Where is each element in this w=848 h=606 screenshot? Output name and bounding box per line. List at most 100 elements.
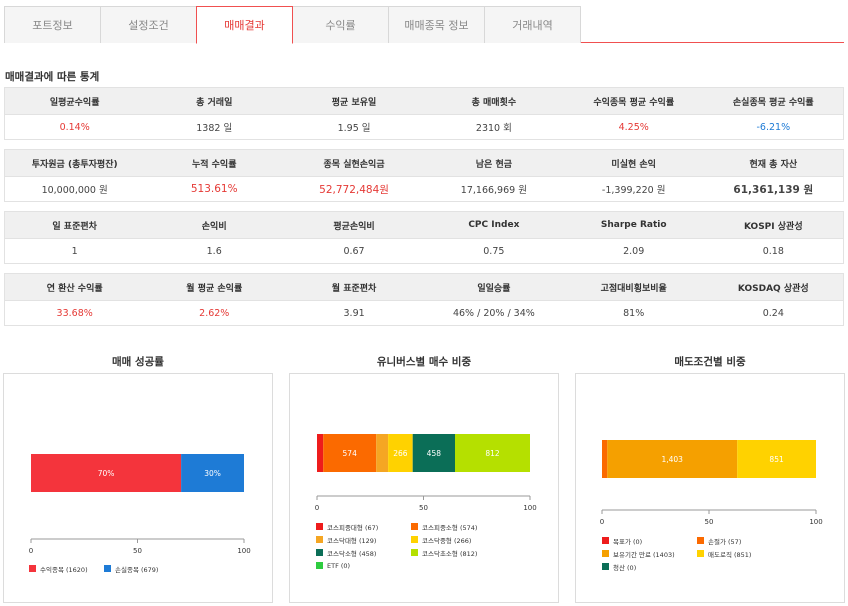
x-tick-label: 0 xyxy=(600,518,604,526)
legend-label: 청산 (0) xyxy=(613,563,637,572)
legend-row: 코스닥소형 (458) 코스닥초소형 (812) xyxy=(316,546,506,559)
legend-label: 코스닥대형 (129) xyxy=(327,536,377,545)
stat-value-pnl-ratio: 1.6 xyxy=(206,245,222,257)
stat-header: 손실종목 평균 수익률 xyxy=(703,87,844,115)
stat-value-cumulative-return: 513.61% xyxy=(190,183,238,195)
stat-header: KOSPI 상관성 xyxy=(703,211,844,239)
stat-header: 월 표준편차 xyxy=(284,273,424,301)
stat-header: 현재 총 자산 xyxy=(703,149,844,177)
stat-value-profit-avg-return: 4.25% xyxy=(618,121,649,133)
x-tick-label: 50 xyxy=(705,518,714,526)
stat-value-drawdown-ratio: 81% xyxy=(623,307,645,319)
legend-item[interactable]: 청산 (0) xyxy=(602,562,697,572)
chart-panel-sell-condition: 0 50 100 1,403 851 목표가 (0) 손절가 (57) 보유기간 만료 (1… xyxy=(575,373,845,603)
stat-value-daily-win-rate: 46% / 20% / 34% xyxy=(452,307,535,319)
x-tick-label: 50 xyxy=(419,504,428,512)
legend-item[interactable]: 코스닥중형 (266) xyxy=(411,535,506,545)
stat-header: 총 거래일 xyxy=(144,87,285,115)
tab-settings[interactable]: 설정조건 xyxy=(100,6,197,43)
bar-data-label: 458 xyxy=(427,449,442,458)
x-tick-label: 100 xyxy=(237,547,250,555)
tab-port-info[interactable]: 포트정보 xyxy=(4,6,101,43)
stat-value-realized-pnl: 52,772,484원 xyxy=(319,183,389,196)
bar-data-label: 70% xyxy=(98,469,115,478)
stat-header: CPC Index xyxy=(423,211,564,239)
chart-title-success-rate: 매매 성공률 xyxy=(112,356,164,368)
legend-item[interactable]: 코스닥초소형 (812) xyxy=(411,548,506,558)
stat-value-principal: 10,000,000 원 xyxy=(41,185,108,196)
tab-trade-history[interactable]: 거래내역 xyxy=(484,6,581,43)
legend-item[interactable]: 손실종목 (679) xyxy=(104,564,179,574)
stat-value-monthly-avg-return: 2.62% xyxy=(199,307,230,319)
legend-label: 손절가 (57) xyxy=(708,537,742,546)
legend-swatch xyxy=(602,563,609,570)
stat-header: 남은 현금 xyxy=(423,149,564,177)
legend-item[interactable]: 매도로직 (851) xyxy=(697,549,792,559)
chart-legend: 코스피중대형 (67) 코스피중소형 (574) 코스닥대형 (129) 코스닥중형 … xyxy=(316,520,506,572)
stat-value-total-assets: 61,361,139 원 xyxy=(733,183,814,196)
chart-legend: 목표가 (0) 손절가 (57) 보유기간 만료 (1403) 매도로직 (851) 청… xyxy=(602,534,792,573)
stat-value-kosdaq-correlation: 0.24 xyxy=(762,307,784,319)
chart-legend: 수익종목 (1620) 손실종목 (679) xyxy=(29,562,179,575)
legend-label: 코스피중소형 (574) xyxy=(422,523,478,532)
legend-label: 매도로직 (851) xyxy=(708,550,752,559)
legend-item[interactable]: 수익종목 (1620) xyxy=(29,564,104,574)
legend-item[interactable]: 코스닥소형 (458) xyxy=(316,548,411,558)
stat-value-kospi-correlation: 0.18 xyxy=(762,245,784,257)
stat-header: 평균 보유일 xyxy=(284,87,424,115)
legend-row: 보유기간 만료 (1403) 매도로직 (851) xyxy=(602,547,792,560)
legend-item[interactable]: 코스피중대형 (67) xyxy=(316,522,411,532)
legend-swatch xyxy=(316,549,323,556)
stat-value-loss-avg-return: -6.21% xyxy=(756,121,791,133)
legend-label: 코스닥중형 (266) xyxy=(422,536,472,545)
stats-table-4: 연 환산 수익률 월 평균 손익률 월 표준편차 일일승률 고점대비횡보비율 K… xyxy=(4,273,844,326)
stat-header: 총 매매횟수 xyxy=(423,87,564,115)
legend-row: ETF (0) xyxy=(316,559,506,572)
bar-data-label: 574 xyxy=(343,449,358,458)
legend-swatch xyxy=(602,537,609,544)
legend-row: 코스피중대형 (67) 코스피중소형 (574) xyxy=(316,520,506,533)
legend-swatch xyxy=(411,549,418,556)
bar-data-label: 30% xyxy=(204,469,221,478)
legend-item[interactable]: 코스닥대형 (129) xyxy=(316,535,411,545)
legend-row: 수익종목 (1620) 손실종목 (679) xyxy=(29,562,179,575)
x-tick-label: 100 xyxy=(523,504,536,512)
legend-row: 코스닥대형 (129) 코스닥중형 (266) xyxy=(316,533,506,546)
stat-header: 종목 실현손익금 xyxy=(284,149,424,177)
stat-header: 평균손익비 xyxy=(284,211,424,239)
stat-value-sharpe-ratio: 2.09 xyxy=(623,245,645,257)
bar-segment xyxy=(602,440,608,478)
legend-item[interactable]: 코스피중소형 (574) xyxy=(411,522,506,532)
stat-header: 월 평균 손익률 xyxy=(144,273,285,301)
legend-row: 목표가 (0) 손절가 (57) xyxy=(602,534,792,547)
legend-item[interactable]: 손절가 (57) xyxy=(697,536,792,546)
stat-value-daily-avg-return: 0.14% xyxy=(59,121,90,133)
stat-header: 누적 수익률 xyxy=(144,149,285,177)
legend-item[interactable]: ETF (0) xyxy=(316,562,411,570)
section-title: 매매결과에 따른 통계 xyxy=(5,71,100,83)
stat-header: 일평균수익률 xyxy=(4,87,145,115)
legend-swatch xyxy=(411,523,418,530)
legend-item[interactable]: 보유기간 만료 (1403) xyxy=(602,549,697,559)
tab-stock-info[interactable]: 매매종목 정보 xyxy=(388,6,485,43)
legend-label: 코스피중대형 (67) xyxy=(327,523,379,532)
chart-title-universe-weight: 유니버스별 매수 비중 xyxy=(376,356,472,368)
legend-swatch xyxy=(602,550,609,557)
stat-value-annualized-return: 33.68% xyxy=(56,307,93,319)
legend-label: 손실종목 (679) xyxy=(115,565,159,574)
stat-value-cpc-index: 0.75 xyxy=(483,245,505,257)
stat-header: Sharpe Ratio xyxy=(563,211,704,239)
stat-header: 고점대비횡보비율 xyxy=(563,273,704,301)
legend-swatch xyxy=(104,565,111,572)
legend-swatch xyxy=(316,536,323,543)
tab-returns[interactable]: 수익률 xyxy=(292,6,389,43)
tab-trade-result[interactable]: 매매결과 xyxy=(196,6,293,44)
bar-data-label: 266 xyxy=(393,449,408,458)
legend-item[interactable]: 목표가 (0) xyxy=(602,536,697,546)
x-tick-label: 100 xyxy=(809,518,822,526)
stat-header: 연 환산 수익률 xyxy=(4,273,145,301)
stat-value-daily-stddev: 1 xyxy=(71,245,78,257)
bar-data-label: 851 xyxy=(769,455,784,464)
chart-title-sell-condition: 매도조건별 비중 xyxy=(674,356,746,368)
stats-table-2: 투자원금 (총투자평잔) 누적 수익률 종목 실현손익금 남은 현금 미실현 손… xyxy=(4,149,844,202)
